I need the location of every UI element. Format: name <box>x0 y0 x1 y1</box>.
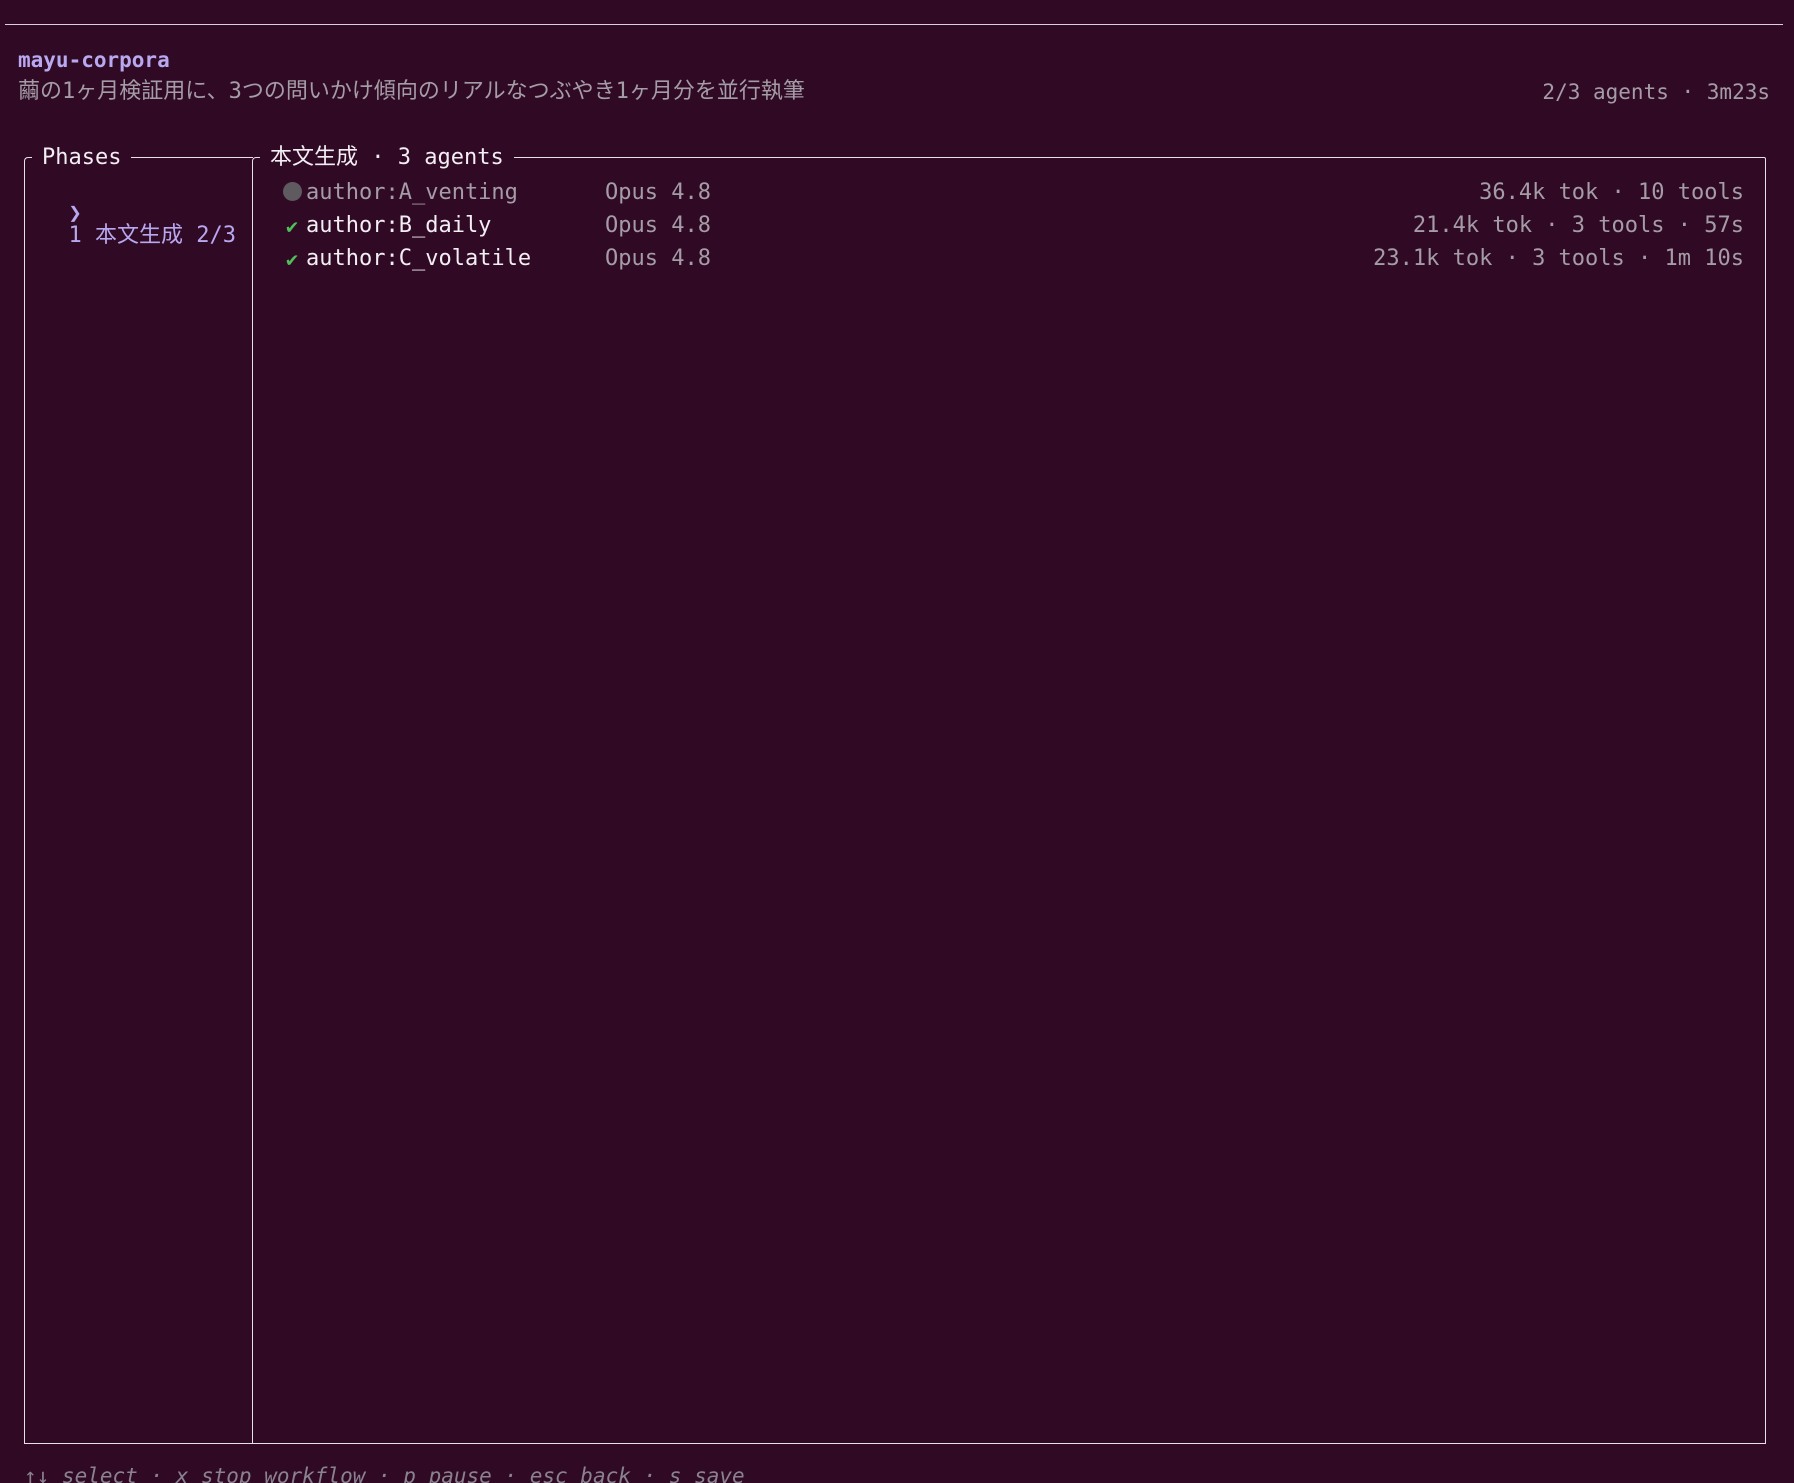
agents-summary: 2/3 agents · 3m23s <box>1542 80 1770 104</box>
agent-stats: 23.1k tok · 3 tools · 1m 10s <box>1373 246 1744 271</box>
agent-name: author:A_venting <box>306 180 518 205</box>
workflow-description: 繭の1ヶ月検証用に、3つの問いかけ傾向のリアルなつぶやき1ヶ月分を並行執筆 <box>18 79 805 104</box>
agents-panel-title: 本文生成 · 3 agents <box>260 147 514 169</box>
phases-panel-title: Phases <box>32 147 132 169</box>
agent-name: author:B_daily <box>306 213 492 238</box>
phases-panel <box>24 157 253 1444</box>
keybindings-hint: ↑↓ select · x stop workflow · p pause · … <box>24 1464 745 1483</box>
phase-item-1[interactable]: ❯ 1 本文生成 2/3 <box>42 181 236 247</box>
agents-panel <box>252 157 1766 1444</box>
agent-name: author:C_volatile <box>306 246 532 271</box>
agent-stats: 36.4k tok · 10 tools <box>1479 180 1744 205</box>
agent-row-a-venting[interactable]: author:A_venting Opus 4.8 36.4k tok · 10… <box>282 180 1744 206</box>
agent-model: Opus 4.8 <box>605 246 711 271</box>
agent-stats: 21.4k tok · 3 tools · 57s <box>1412 213 1744 238</box>
checkmark-icon: ✔ <box>285 214 299 238</box>
running-status-icon <box>282 180 302 206</box>
agent-row-b-daily[interactable]: ✔ author:B_daily Opus 4.8 21.4k tok · 3 … <box>282 213 1744 239</box>
agent-model: Opus 4.8 <box>605 180 711 205</box>
agent-row-c-volatile[interactable]: ✔ author:C_volatile Opus 4.8 23.1k tok ·… <box>282 246 1744 272</box>
top-divider <box>5 24 1783 25</box>
checkmark-icon: ✔ <box>285 247 299 271</box>
app-title: mayu-corpora <box>18 48 170 72</box>
phase-label: 1 本文生成 2/3 <box>68 223 236 248</box>
agent-model: Opus 4.8 <box>605 213 711 238</box>
